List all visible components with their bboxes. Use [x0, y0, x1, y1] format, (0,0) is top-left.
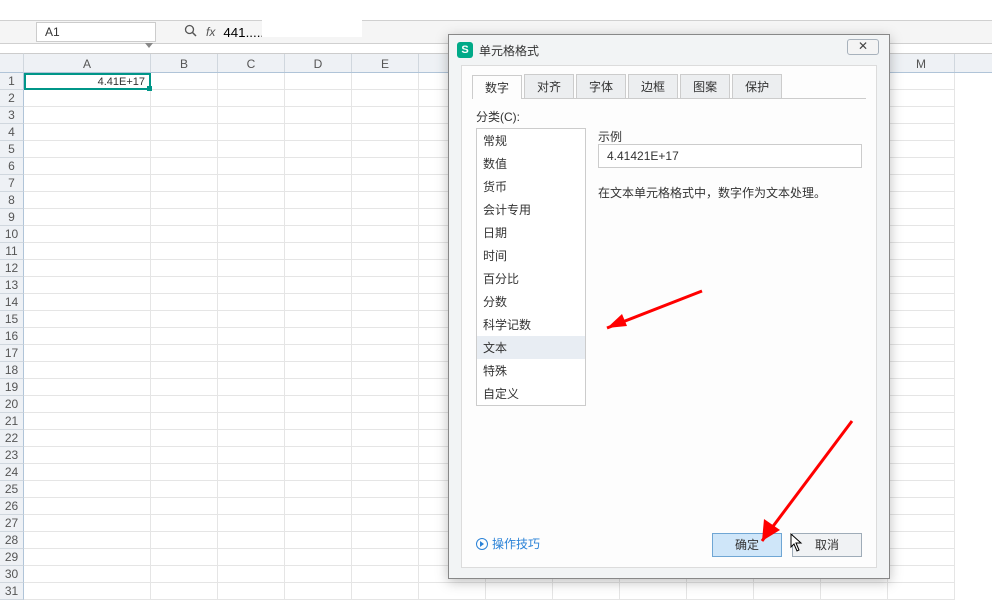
- name-box[interactable]: A1: [36, 22, 156, 42]
- row-header-21[interactable]: 21: [0, 413, 24, 430]
- col-header-B[interactable]: B: [151, 54, 218, 72]
- annotation-arrow-1: [582, 286, 712, 339]
- row-header-7[interactable]: 7: [0, 175, 24, 192]
- category-text[interactable]: 文本: [477, 336, 585, 359]
- row-header-28[interactable]: 28: [0, 532, 24, 549]
- category-number[interactable]: 数值: [477, 152, 585, 175]
- row-header-26[interactable]: 26: [0, 498, 24, 515]
- row-header-23[interactable]: 23: [0, 447, 24, 464]
- row-header-24[interactable]: 24: [0, 464, 24, 481]
- cell-format-dialog: S 单元格格式 ✕ 数字 对齐 字体 边框 图案 保护 分类(C): 常规 数值…: [448, 34, 890, 579]
- row-header-13[interactable]: 13: [0, 277, 24, 294]
- example-box: 4.41421E+17: [598, 144, 862, 168]
- tips-link[interactable]: 操作技巧: [476, 535, 540, 552]
- category-percentage[interactable]: 百分比: [477, 267, 585, 290]
- fx-icon[interactable]: fx: [206, 25, 215, 39]
- category-date[interactable]: 日期: [477, 221, 585, 244]
- format-description: 在文本单元格格式中，数字作为文本处理。: [598, 184, 862, 201]
- col-header-C[interactable]: C: [218, 54, 285, 72]
- row-header-15[interactable]: 15: [0, 311, 24, 328]
- tab-number[interactable]: 数字: [472, 75, 522, 99]
- row-header-31[interactable]: 31: [0, 583, 24, 600]
- row-header-27[interactable]: 27: [0, 515, 24, 532]
- category-scientific[interactable]: 科学记数: [477, 313, 585, 336]
- example-label: 示例: [598, 128, 622, 145]
- row-header-30[interactable]: 30: [0, 566, 24, 583]
- category-custom[interactable]: 自定义: [477, 382, 585, 405]
- ok-button[interactable]: 确定: [712, 533, 782, 557]
- row-header-12[interactable]: 12: [0, 260, 24, 277]
- row-header-9[interactable]: 9: [0, 209, 24, 226]
- row-header-4[interactable]: 4: [0, 124, 24, 141]
- cancel-button[interactable]: 取消: [792, 533, 862, 557]
- select-all-triangle[interactable]: [0, 53, 24, 73]
- row-headers[interactable]: 1234567891011121314151617181920212223242…: [0, 73, 24, 600]
- row-header-8[interactable]: 8: [0, 192, 24, 209]
- category-list[interactable]: 常规 数值 货币 会计专用 日期 时间 百分比 分数 科学记数 文本 特殊 自定…: [476, 128, 586, 406]
- dialog-title: 单元格格式: [479, 42, 539, 59]
- col-header-D[interactable]: D: [285, 54, 352, 72]
- name-box-dropdown-icon[interactable]: [145, 43, 153, 48]
- tab-border[interactable]: 边框: [628, 74, 678, 98]
- tab-protection[interactable]: 保护: [732, 74, 782, 98]
- play-icon: [476, 538, 488, 550]
- row-header-22[interactable]: 22: [0, 430, 24, 447]
- row-header-11[interactable]: 11: [0, 243, 24, 260]
- redacted-area: [262, 19, 362, 37]
- category-fraction[interactable]: 分数: [477, 290, 585, 313]
- tab-font[interactable]: 字体: [576, 74, 626, 98]
- tab-alignment[interactable]: 对齐: [524, 74, 574, 98]
- dialog-tabs: 数字 对齐 字体 边框 图案 保护: [462, 66, 876, 98]
- row-header-29[interactable]: 29: [0, 549, 24, 566]
- category-label: 分类(C):: [476, 108, 520, 125]
- col-header-A[interactable]: A: [24, 54, 151, 72]
- category-special[interactable]: 特殊: [477, 359, 585, 382]
- row-header-17[interactable]: 17: [0, 345, 24, 362]
- row-header-3[interactable]: 3: [0, 107, 24, 124]
- row-header-10[interactable]: 10: [0, 226, 24, 243]
- row-header-20[interactable]: 20: [0, 396, 24, 413]
- active-cell-A1[interactable]: 4.41E+17: [24, 73, 151, 90]
- row-header-16[interactable]: 16: [0, 328, 24, 345]
- row-header-2[interactable]: 2: [0, 90, 24, 107]
- row-header-1[interactable]: 1: [0, 73, 24, 90]
- app-icon: S: [457, 42, 473, 58]
- zoom-icon[interactable]: [184, 24, 198, 41]
- row-header-19[interactable]: 19: [0, 379, 24, 396]
- close-button[interactable]: ✕: [847, 39, 879, 55]
- tab-pattern[interactable]: 图案: [680, 74, 730, 98]
- row-header-18[interactable]: 18: [0, 362, 24, 379]
- row-header-14[interactable]: 14: [0, 294, 24, 311]
- category-accounting[interactable]: 会计专用: [477, 198, 585, 221]
- row-header-6[interactable]: 6: [0, 158, 24, 175]
- col-header-M[interactable]: M: [888, 54, 955, 72]
- category-currency[interactable]: 货币: [477, 175, 585, 198]
- category-time[interactable]: 时间: [477, 244, 585, 267]
- category-general[interactable]: 常规: [477, 129, 585, 152]
- name-box-value: A1: [45, 25, 60, 39]
- row-header-5[interactable]: 5: [0, 141, 24, 158]
- col-header-E[interactable]: E: [352, 54, 419, 72]
- row-header-25[interactable]: 25: [0, 481, 24, 498]
